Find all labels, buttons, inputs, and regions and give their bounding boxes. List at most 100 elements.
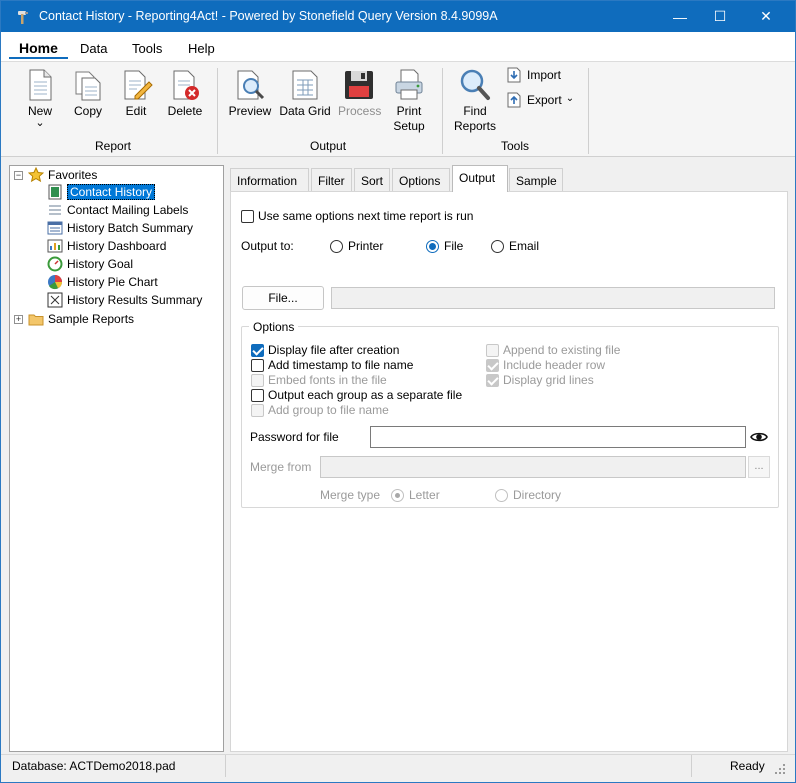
output-each-group-checkbox[interactable]: Output each group as a separate file xyxy=(251,388,462,402)
checkbox-box xyxy=(486,343,499,357)
output-to-label: Output to: xyxy=(241,239,294,253)
status-database: Database: ACTDemo2018.pad xyxy=(12,759,176,773)
display-grid-lines-checkbox[interactable]: Display grid lines xyxy=(486,373,594,387)
tab-filter[interactable]: Filter xyxy=(311,168,352,191)
merge-from-field[interactable] xyxy=(320,456,746,478)
print-setup-button[interactable]: Print Setup xyxy=(391,68,427,134)
process-button[interactable]: Process xyxy=(338,68,382,119)
tools-group-label: Tools xyxy=(501,139,530,153)
home-tab-underline xyxy=(9,57,68,59)
tab-label: Options xyxy=(399,174,441,188)
resize-grip-icon[interactable] xyxy=(774,763,786,775)
favorites-collapse-toggle[interactable]: − xyxy=(14,171,23,180)
copy-button[interactable]: Copy xyxy=(71,68,105,119)
edit-button-label: Edit xyxy=(125,104,147,118)
printer-icon xyxy=(395,69,423,100)
tab-sample[interactable]: Sample xyxy=(509,168,563,191)
export-label: Export xyxy=(527,93,562,107)
tab-output[interactable]: Output xyxy=(452,165,508,192)
dashboard-icon xyxy=(47,239,63,253)
add-timestamp-checkbox[interactable]: Add timestamp to file name xyxy=(251,358,413,372)
delete-button[interactable]: Delete xyxy=(167,68,203,119)
checkbox-box xyxy=(486,358,499,372)
tree-item-contact-mailing-labels[interactable]: Contact Mailing Labels xyxy=(47,201,188,219)
file-label: File xyxy=(444,239,464,253)
copy-button-label: Copy xyxy=(73,104,102,118)
file-radio[interactable]: File xyxy=(426,239,463,253)
embed-fonts-checkbox[interactable]: Embed fonts in the file xyxy=(251,373,387,387)
tree-item-history-dashboard[interactable]: History Dashboard xyxy=(47,237,166,255)
include-header-row-checkbox[interactable]: Include header row xyxy=(486,358,605,372)
tree-label: History Dashboard xyxy=(67,239,167,253)
new-document-icon xyxy=(29,69,52,101)
password-field[interactable] xyxy=(370,426,746,448)
checkbox-label: Add timestamp to file name xyxy=(268,358,414,372)
close-button[interactable]: ✕ xyxy=(743,1,789,32)
add-group-to-file-name-checkbox[interactable]: Add group to file name xyxy=(251,403,389,417)
menu-tools[interactable]: Tools xyxy=(132,41,162,56)
data-grid-button-label: Data Grid xyxy=(279,104,331,118)
show-password-button[interactable] xyxy=(748,427,770,447)
tab-label: Sort xyxy=(361,174,384,188)
merge-directory-radio[interactable]: Directory xyxy=(495,488,561,502)
title-bar: Contact History - Reporting4Act! - Power… xyxy=(1,1,795,32)
radio-label: Directory xyxy=(513,488,562,502)
tree-node-sample-reports[interactable]: Sample Reports xyxy=(28,310,134,328)
import-button[interactable]: Import xyxy=(507,67,561,83)
file-browse-button[interactable]: File... xyxy=(242,286,324,310)
new-chevron-icon[interactable]: ⌄ xyxy=(23,118,57,129)
tab-information[interactable]: Information xyxy=(230,168,309,191)
tree-item-history-results-summary[interactable]: History Results Summary xyxy=(47,291,202,309)
maximize-button[interactable]: ☐ xyxy=(697,1,743,32)
find-reports-button[interactable]: Find Reports xyxy=(453,68,497,134)
tree-item-history-pie-chart[interactable]: History Pie Chart xyxy=(47,273,158,291)
floppy-disk-icon xyxy=(345,71,373,99)
radio-circle xyxy=(495,488,508,502)
tree-item-history-goal[interactable]: History Goal xyxy=(47,255,133,273)
menu-data[interactable]: Data xyxy=(80,41,107,56)
merge-letter-radio[interactable]: Letter xyxy=(391,488,440,502)
status-divider xyxy=(225,755,226,777)
application-window: Contact History - Reporting4Act! - Power… xyxy=(0,0,796,783)
email-radio[interactable]: Email xyxy=(491,239,539,253)
tree-node-favorites[interactable]: Favorites xyxy=(28,166,97,184)
star-icon xyxy=(28,167,44,183)
printer-radio[interactable]: Printer xyxy=(330,239,383,253)
find-reports-line1: Find xyxy=(463,104,487,118)
edit-button[interactable]: Edit xyxy=(119,68,153,119)
use-same-options-checkbox[interactable]: Use same options next time report is run xyxy=(241,209,473,223)
data-grid-button[interactable]: Data Grid xyxy=(279,68,331,119)
menu-help[interactable]: Help xyxy=(188,41,215,56)
tab-label: Information xyxy=(237,174,298,188)
new-button[interactable]: New ⌄ xyxy=(23,68,57,129)
tree-item-history-batch-summary[interactable]: History Batch Summary xyxy=(47,219,193,237)
ribbon-separator xyxy=(442,68,443,154)
checkbox-box xyxy=(241,209,254,223)
radio-label: Letter xyxy=(409,488,440,502)
report-tree: − Favorites Contact History Contact Mail… xyxy=(9,165,224,752)
tab-sort[interactable]: Sort xyxy=(354,168,390,191)
minimize-icon: — xyxy=(673,8,687,25)
append-to-existing-file-checkbox[interactable]: Append to existing file xyxy=(486,343,620,357)
edit-icon xyxy=(124,70,153,100)
checkbox-box xyxy=(251,388,264,402)
display-file-after-creation-checkbox[interactable]: Display file after creation xyxy=(251,343,399,357)
tab-options[interactable]: Options xyxy=(392,168,450,191)
radio-circle xyxy=(330,239,343,253)
email-label: Email xyxy=(509,239,540,253)
radio-circle xyxy=(391,488,404,502)
menu-home[interactable]: Home xyxy=(19,40,58,56)
merge-browse-button[interactable]: ... xyxy=(748,456,770,478)
checkbox-label: Output each group as a separate file xyxy=(268,388,463,402)
checkbox-box xyxy=(486,373,499,387)
sample-reports-expand-toggle[interactable]: + xyxy=(14,315,23,324)
process-button-label: Process xyxy=(338,104,382,118)
report-green-icon xyxy=(48,184,62,200)
export-button[interactable]: Export ⌄ xyxy=(507,92,574,108)
preview-button[interactable]: Preview xyxy=(228,68,272,119)
tree-item-contact-history[interactable]: Contact History xyxy=(47,183,156,201)
window-title: Contact History - Reporting4Act! - Power… xyxy=(39,9,498,23)
labels-icon xyxy=(49,205,61,215)
ribbon-separator xyxy=(588,68,589,154)
output-tab-page: Use same options next time report is run… xyxy=(230,191,788,752)
